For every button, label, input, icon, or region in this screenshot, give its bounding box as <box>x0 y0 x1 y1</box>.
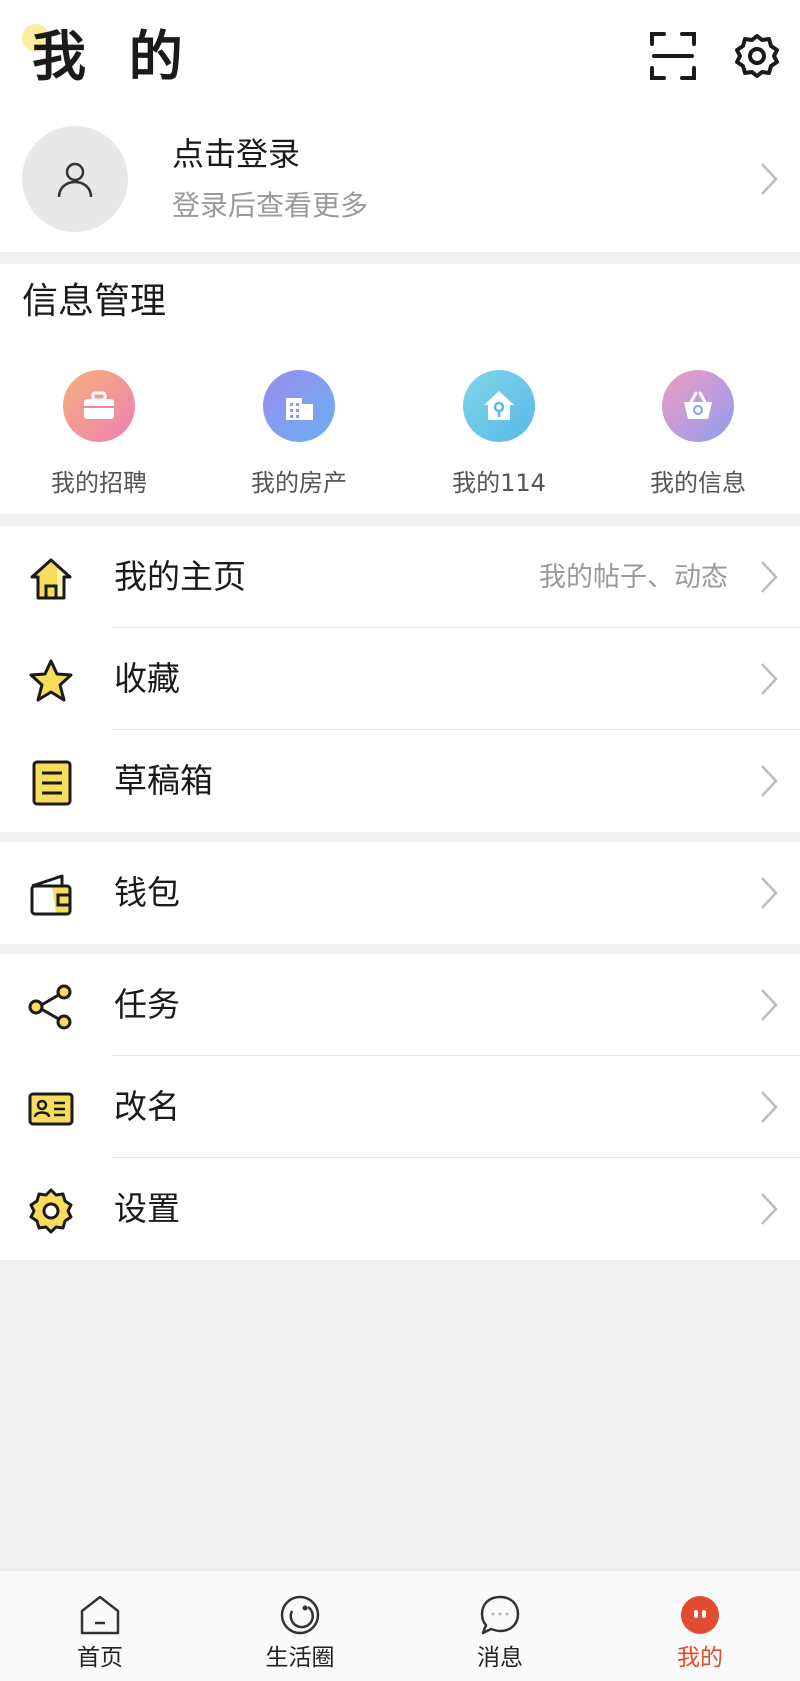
star-icon <box>29 659 73 702</box>
id-card-icon <box>28 1092 74 1126</box>
gear-icon <box>29 1188 73 1234</box>
chevron-right-icon <box>761 877 778 909</box>
menu-label: 设置 <box>114 1189 180 1228</box>
my-recruitment-item[interactable]: 我的招聘 <box>19 370 179 510</box>
my-114-item[interactable]: 我的114 <box>419 370 579 510</box>
tab-label: 我的 <box>677 1645 723 1671</box>
settings-gear-icon[interactable] <box>732 28 782 84</box>
tab-messages[interactable]: 消息 <box>400 1571 600 1681</box>
menu-group-wallet: 钱包 <box>0 842 800 944</box>
tab-label: 消息 <box>477 1645 523 1671</box>
scan-icon[interactable] <box>648 28 698 84</box>
menu-hint: 我的帖子、动态 <box>539 562 728 593</box>
item-label: 我的114 <box>452 469 546 497</box>
section-title: 信息管理 <box>22 281 167 322</box>
item-label: 我的招聘 <box>51 469 147 497</box>
menu-label: 草稿箱 <box>114 761 213 800</box>
avatar[interactable] <box>22 126 128 232</box>
menu-item-drafts[interactable]: 草稿箱 <box>0 730 800 832</box>
circle-tab-icon <box>278 1593 322 1637</box>
menu-label: 收藏 <box>114 659 180 698</box>
chevron-right-icon <box>761 561 778 593</box>
chevron-right-icon <box>761 765 778 797</box>
tab-me[interactable]: 我的 <box>600 1571 800 1681</box>
menu-item-wallet[interactable]: 钱包 <box>0 842 800 944</box>
house-key-icon <box>463 370 535 442</box>
my-property-item[interactable]: 我的房产 <box>219 370 379 510</box>
header: 我 的 <box>0 0 800 120</box>
item-label: 我的信息 <box>650 469 746 497</box>
login-card[interactable]: 点击登录 登录后查看更多 <box>0 120 800 252</box>
bottom-tab-bar: 首页 生活圈 消息 我的 <box>0 1570 800 1681</box>
chevron-right-icon <box>761 163 778 195</box>
building-icon <box>263 370 335 442</box>
page-title: 我 的 <box>32 25 195 88</box>
menu-label: 任务 <box>114 985 180 1024</box>
menu-group-account: 任务 改名 设置 <box>0 954 800 1260</box>
me-tab-icon <box>678 1593 722 1637</box>
chevron-right-icon <box>761 1193 778 1225</box>
login-label[interactable]: 点击登录 <box>172 134 300 174</box>
menu-item-tasks[interactable]: 任务 <box>0 954 800 1056</box>
chevron-right-icon <box>761 1091 778 1123</box>
my-info-item[interactable]: 我的信息 <box>618 370 778 510</box>
tab-life-circle[interactable]: 生活圈 <box>200 1571 400 1681</box>
chevron-right-icon <box>761 989 778 1021</box>
item-label: 我的房产 <box>251 469 347 497</box>
wallet-icon <box>30 874 72 916</box>
login-subtitle: 登录后查看更多 <box>172 189 369 222</box>
menu-item-settings[interactable]: 设置 <box>0 1158 800 1260</box>
menu-label: 我的主页 <box>114 557 246 596</box>
tab-home[interactable]: 首页 <box>0 1571 200 1681</box>
chevron-right-icon <box>761 663 778 695</box>
menu-label: 改名 <box>114 1087 180 1126</box>
menu-item-rename[interactable]: 改名 <box>0 1056 800 1158</box>
menu-group-content: 我的主页 我的帖子、动态 收藏 草稿箱 <box>0 526 800 832</box>
chat-bubble-icon <box>478 1593 522 1637</box>
tab-label: 首页 <box>77 1645 123 1671</box>
share-icon <box>28 984 72 1030</box>
info-management-section: 信息管理 我的招聘 我的房产 我的114 我的信息 <box>0 264 800 514</box>
menu-item-homepage[interactable]: 我的主页 我的帖子、动态 <box>0 526 800 628</box>
tab-label: 生活圈 <box>265 1645 335 1671</box>
menu-item-favorites[interactable]: 收藏 <box>0 628 800 730</box>
home-tab-icon <box>78 1593 122 1637</box>
menu-label: 钱包 <box>114 873 180 912</box>
briefcase-icon <box>63 370 135 442</box>
document-icon <box>32 760 72 806</box>
home-icon <box>30 558 72 600</box>
basket-icon <box>662 370 734 442</box>
